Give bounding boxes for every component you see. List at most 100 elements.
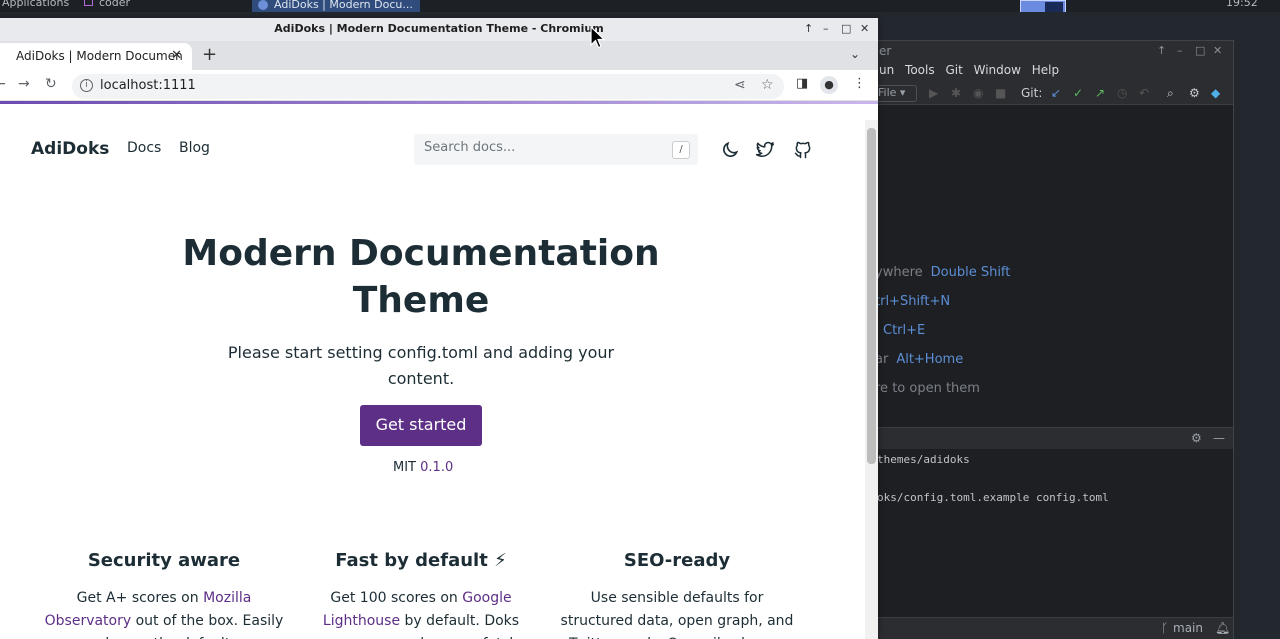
terminal-header: ⚙ — bbox=[869, 427, 1233, 449]
notifications-bell-icon[interactable]: 🔔︎ bbox=[1215, 621, 1230, 635]
search-input[interactable]: Search docs... / bbox=[414, 134, 698, 165]
profile-avatar-icon[interactable]: ● bbox=[820, 76, 838, 94]
rollback-icon[interactable]: ↶ bbox=[1139, 86, 1149, 100]
ide-menu-window[interactable]: Window bbox=[974, 63, 1021, 77]
taskbar-chromium-label: AdiDoks | Modern Docu... bbox=[274, 0, 413, 11]
ide-menubar: un Tools Git Window Help bbox=[869, 63, 1233, 83]
ide-window: er ↑ – □ ✕ un Tools Git Window Help File… bbox=[868, 40, 1234, 639]
coverage-icon[interactable]: ◉ bbox=[973, 86, 983, 100]
git-commit-icon[interactable]: ✓ bbox=[1073, 86, 1083, 100]
hero-lead: Please start setting config.toml and add… bbox=[227, 343, 615, 388]
tab-strip: AdiDoks | Modern Documen ✕ + ⌄ bbox=[0, 41, 878, 70]
clock: 19:52 bbox=[1226, 0, 1258, 9]
terminal-line: oks/config.toml.example config.toml bbox=[877, 491, 1109, 504]
debug-icon[interactable]: ✱ bbox=[951, 86, 961, 100]
address-bar[interactable]: i localhost:1111 ⋖ ☆ bbox=[72, 74, 784, 99]
scrollbar-thumb[interactable] bbox=[867, 128, 876, 464]
version-link[interactable]: 0.1.0 bbox=[420, 460, 453, 475]
web-page: AdiDoks Docs Blog Search docs... / Moder… bbox=[0, 120, 865, 639]
feature-title: Fast by default ⚡ bbox=[335, 550, 507, 571]
ide-up-icon[interactable]: ↑ bbox=[1157, 44, 1166, 57]
license-text: MIT bbox=[393, 460, 416, 475]
site-logo[interactable]: AdiDoks bbox=[31, 139, 109, 159]
applications-menu[interactable]: Applications bbox=[2, 0, 69, 9]
back-arrow-icon[interactable]: ← bbox=[0, 76, 6, 92]
history-icon[interactable]: ◷ bbox=[1117, 86, 1127, 100]
forward-arrow-icon[interactable]: → bbox=[18, 76, 30, 92]
git-branch-icon: ᚴ bbox=[1161, 621, 1169, 635]
feature-title: SEO-ready bbox=[623, 550, 731, 571]
url-text: localhost:1111 bbox=[100, 78, 196, 93]
get-started-button[interactable]: Get started bbox=[360, 405, 482, 446]
twitter-icon[interactable] bbox=[755, 140, 775, 160]
reload-icon[interactable]: ↻ bbox=[45, 76, 57, 92]
run-config-label: File bbox=[878, 86, 897, 99]
search-everywhere-icon[interactable]: ⌕ bbox=[1167, 86, 1174, 101]
terminal-settings-icon[interactable]: ⚙ bbox=[1191, 431, 1202, 445]
ide-logo-icon[interactable]: ◆ bbox=[1211, 86, 1220, 100]
github-icon[interactable] bbox=[793, 140, 813, 160]
hint-drop-files: re to open them bbox=[875, 381, 980, 396]
ide-titlebar: er ↑ – □ ✕ bbox=[869, 41, 1233, 63]
workspace-switcher[interactable] bbox=[1020, 0, 1066, 12]
taskbar-coder[interactable]: coder bbox=[84, 0, 130, 9]
tab-title: AdiDoks | Modern Documen bbox=[16, 49, 183, 63]
bookmark-star-icon[interactable]: ☆ bbox=[761, 77, 774, 93]
hero-title: Modern Documentation Theme bbox=[182, 233, 660, 321]
feature-text-pre: Get 100 scores on bbox=[330, 590, 463, 606]
terminal-output[interactable]: themes/adidoks oks/config.toml.example c… bbox=[869, 449, 1233, 617]
ide-menu-git[interactable]: Git bbox=[945, 63, 962, 77]
chromium-icon bbox=[258, 0, 268, 10]
ide-minimize-icon[interactable]: – bbox=[1177, 44, 1183, 57]
ide-menu-tools[interactable]: Tools bbox=[905, 63, 935, 77]
hint-text: re to open them bbox=[875, 381, 980, 396]
mouse-cursor-icon bbox=[590, 26, 606, 49]
window-minimize-icon[interactable]: – bbox=[823, 18, 829, 40]
terminal-line: themes/adidoks bbox=[877, 453, 970, 466]
hint-shortcut: Alt+Home bbox=[896, 352, 964, 367]
moon-icon[interactable] bbox=[720, 140, 740, 160]
search-placeholder: Search docs... bbox=[424, 140, 516, 155]
window-close-icon[interactable]: ✕ bbox=[860, 18, 869, 40]
feature-text: Use sensible defaults for structured dat… bbox=[557, 587, 797, 639]
nav-blog[interactable]: Blog bbox=[179, 140, 210, 156]
ide-menu-run[interactable]: un bbox=[879, 63, 894, 77]
git-push-icon[interactable]: ↗ bbox=[1095, 86, 1105, 100]
run-config-dropdown[interactable]: File ▾ bbox=[873, 85, 917, 102]
coder-app-icon bbox=[84, 0, 93, 6]
stop-icon[interactable]: ■ bbox=[995, 86, 1006, 100]
tab-search-chevron-icon[interactable]: ⌄ bbox=[850, 47, 860, 61]
browser-tab-adidoks[interactable]: AdiDoks | Modern Documen ✕ bbox=[0, 43, 192, 70]
feature-text: Get 100 scores on Google Lighthouse by d… bbox=[301, 587, 541, 639]
ide-editor-empty: ywhere Double Shift trl+Shift+N Ctrl+E ar… bbox=[869, 105, 1233, 427]
ide-menu-help[interactable]: Help bbox=[1032, 63, 1059, 77]
nav-docs[interactable]: Docs bbox=[127, 140, 161, 156]
git-branch[interactable]: main bbox=[1173, 621, 1203, 635]
taskbar-coder-label: coder bbox=[99, 0, 131, 9]
git-update-icon[interactable]: ↙ bbox=[1051, 86, 1061, 100]
side-panel-icon[interactable]: ◨ bbox=[796, 76, 808, 91]
site-info-icon[interactable]: i bbox=[80, 79, 93, 92]
workspace-indicator bbox=[1045, 2, 1063, 12]
feature-text: Get A+ scores on Mozilla Observatory out… bbox=[44, 587, 284, 639]
window-up-icon[interactable]: ↑ bbox=[804, 18, 813, 40]
ide-maximize-icon[interactable]: □ bbox=[1195, 44, 1205, 57]
settings-gear-icon[interactable]: ⚙ bbox=[1189, 86, 1200, 100]
hint-shortcut: trl+Shift+N bbox=[875, 294, 951, 309]
browser-menu-icon[interactable]: ⋮ bbox=[853, 76, 866, 91]
page-scrollbar[interactable] bbox=[865, 120, 878, 639]
hint-shortcut: Double Shift bbox=[930, 265, 1011, 280]
feature-text-body: Use sensible defaults for structured dat… bbox=[560, 590, 794, 639]
new-tab-plus-icon[interactable]: + bbox=[202, 44, 217, 65]
taskbar-chromium[interactable]: AdiDoks | Modern Docu... bbox=[252, 0, 420, 12]
window-maximize-icon[interactable]: □ bbox=[841, 18, 851, 40]
run-icon[interactable]: ▶ bbox=[929, 86, 938, 100]
feature-title: Security aware bbox=[87, 550, 241, 571]
share-icon[interactable]: ⋖ bbox=[734, 77, 746, 93]
git-label: Git: bbox=[1021, 86, 1043, 100]
ide-close-icon[interactable]: ✕ bbox=[1213, 44, 1222, 57]
terminal-hide-icon[interactable]: — bbox=[1213, 431, 1225, 445]
ide-toolbar: File ▾ ▶ ✱ ◉ ■ Git: ↙ ✓ ↗ ◷ ↶ ⌕ ⚙ ◆ bbox=[869, 83, 1233, 105]
tab-close-icon[interactable]: ✕ bbox=[171, 48, 182, 63]
browser-toolbar: ← → ↻ i localhost:1111 ⋖ ☆ ◨ ● ⋮ bbox=[0, 70, 878, 101]
